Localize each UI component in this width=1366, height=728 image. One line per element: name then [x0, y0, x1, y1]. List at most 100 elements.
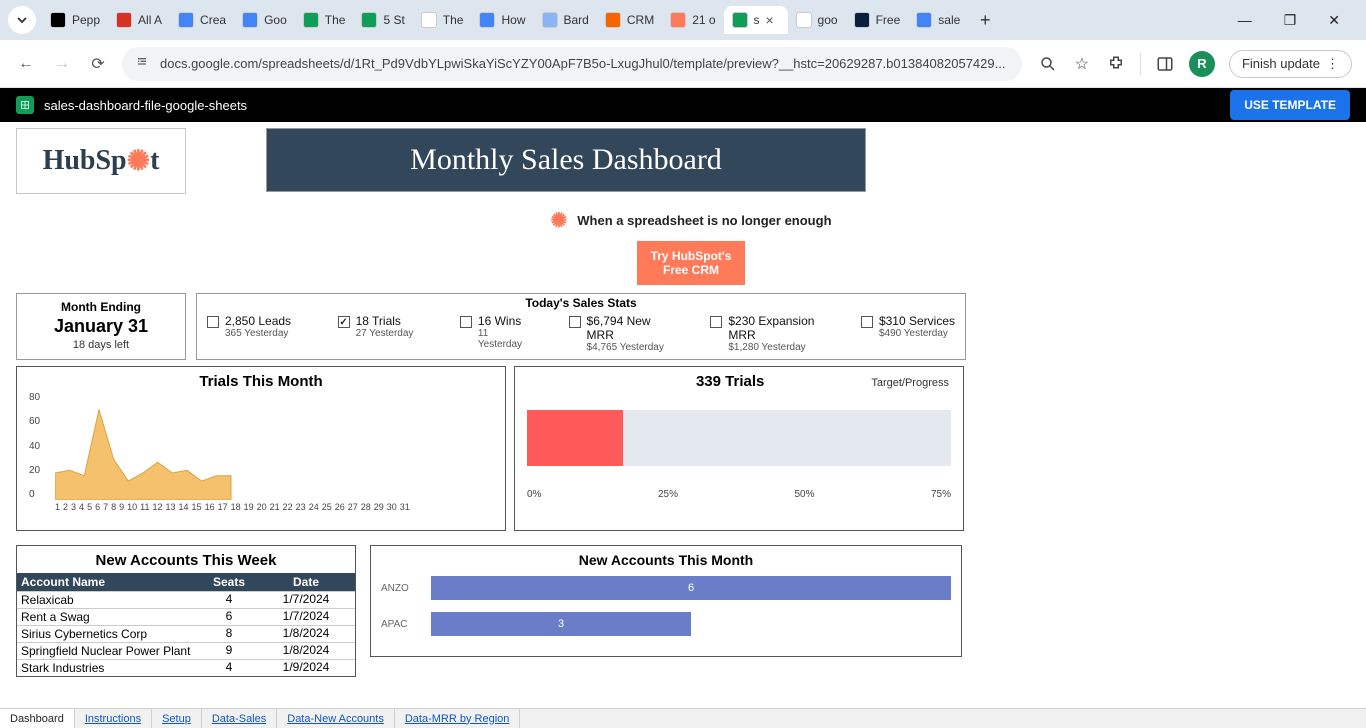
- finish-update-label: Finish update: [1242, 56, 1320, 71]
- dashboard-title-banner: Monthly Sales Dashboard: [266, 128, 866, 192]
- extensions-icon[interactable]: [1106, 54, 1126, 74]
- profile-avatar[interactable]: R: [1189, 51, 1215, 77]
- checkbox-icon[interactable]: [207, 316, 219, 328]
- tab-close-icon[interactable]: ×: [766, 12, 780, 28]
- sheet-tab[interactable]: Dashboard: [0, 709, 75, 728]
- window-controls: — ❐ ✕: [1232, 6, 1358, 35]
- tab-label: Bard: [564, 13, 589, 27]
- tab-label: All A: [138, 13, 162, 27]
- x-tick: 16: [205, 502, 215, 512]
- browser-tab[interactable]: The: [295, 6, 354, 34]
- x-tick: 22: [283, 502, 293, 512]
- stat-line2: $490 Yesterday: [879, 328, 955, 339]
- browser-tab[interactable]: 5 St: [353, 6, 412, 34]
- accounts-table-header: Account Name Seats Date: [17, 573, 355, 591]
- x-tick: 21: [270, 502, 280, 512]
- new-accounts-week-card: New Accounts This Week Account Name Seat…: [16, 545, 356, 677]
- minimize-button[interactable]: —: [1232, 6, 1258, 35]
- stat-line2: 365 Yesterday: [225, 328, 291, 339]
- site-info-icon[interactable]: [134, 54, 150, 73]
- sheet-tab[interactable]: Setup: [152, 709, 202, 728]
- checkbox-icon[interactable]: [569, 316, 581, 328]
- tab-favicon: [732, 12, 748, 28]
- cell: 4: [201, 660, 257, 676]
- forward-button[interactable]: →: [50, 52, 74, 76]
- browser-tab[interactable]: s×: [724, 6, 788, 34]
- stat-item: $6,794 NewMRR$4,765 Yesterday: [569, 314, 664, 353]
- tab-favicon: [421, 12, 437, 28]
- checkbox-icon[interactable]: [460, 316, 472, 328]
- promo-block: ✺ When a spreadsheet is no longer enough…: [16, 208, 1366, 285]
- x-tick: 4: [79, 502, 84, 512]
- progress-tick: 75%: [931, 489, 951, 500]
- x-tick: 3: [71, 502, 76, 512]
- cell: Springfield Nuclear Power Plant: [17, 643, 201, 659]
- sheet-tab[interactable]: Data-MRR by Region: [395, 709, 521, 728]
- stat-item: 16 Wins11Yesterday: [460, 314, 522, 353]
- browser-tab[interactable]: 21 o: [662, 6, 723, 34]
- browser-tab[interactable]: Goo: [234, 6, 295, 34]
- cell: 4: [201, 592, 257, 608]
- stat-line3: Yesterday: [478, 339, 522, 350]
- sprocket-icon: ✺: [550, 208, 567, 233]
- bookmark-star-icon[interactable]: ☆: [1072, 54, 1092, 74]
- hubspot-logo: HubSp✺t: [16, 128, 186, 194]
- x-tick: 10: [127, 502, 137, 512]
- hbar-fill: 6: [431, 576, 951, 600]
- use-template-button[interactable]: USE TEMPLATE: [1230, 90, 1350, 120]
- sheet-tab[interactable]: Data-New Accounts: [277, 709, 395, 728]
- logo-text-a: HubSp: [43, 145, 127, 177]
- browser-tab[interactable]: The: [413, 6, 472, 34]
- sheet-tab[interactable]: Instructions: [75, 709, 152, 728]
- stat-line1: $6,794 New: [587, 314, 664, 328]
- back-button[interactable]: ←: [14, 52, 38, 76]
- try-hubspot-crm-button[interactable]: Try HubSpot's Free CRM: [637, 241, 746, 285]
- sheet-tab[interactable]: Data-Sales: [202, 709, 277, 728]
- browser-tab[interactable]: sale: [908, 6, 968, 34]
- tab-label: s: [754, 13, 760, 27]
- month-ending-date: January 31: [17, 316, 185, 337]
- stat-line1b: MRR: [728, 328, 814, 342]
- tab-favicon: [796, 12, 812, 28]
- maximize-button[interactable]: ❐: [1278, 6, 1303, 35]
- stat-line1: 16 Wins: [478, 314, 522, 328]
- browser-tab[interactable]: How: [471, 6, 533, 34]
- table-row: Relaxicab41/7/2024: [17, 591, 355, 608]
- x-tick: 2: [63, 502, 68, 512]
- cell: 1/9/2024: [257, 660, 355, 676]
- progress-fill: [527, 410, 623, 466]
- browser-tab[interactable]: CRM: [597, 6, 662, 34]
- todays-sales-stats-card: Today's Sales Stats 2,850 Leads365 Yeste…: [196, 293, 966, 360]
- table-row: Springfield Nuclear Power Plant91/8/2024: [17, 642, 355, 659]
- progress-title: 339 Trials: [696, 373, 764, 390]
- zoom-icon[interactable]: [1038, 54, 1058, 74]
- side-panel-icon[interactable]: [1155, 54, 1175, 74]
- new-tab-button[interactable]: +: [972, 7, 998, 33]
- cell: 1/7/2024: [257, 609, 355, 625]
- close-window-button[interactable]: ✕: [1322, 6, 1346, 35]
- checkbox-icon[interactable]: [338, 316, 350, 328]
- tabs-dropdown-button[interactable]: [8, 6, 36, 34]
- tab-label: Goo: [264, 13, 287, 27]
- browser-tab[interactable]: goo: [788, 6, 846, 34]
- finish-update-button[interactable]: Finish update ⋮: [1229, 50, 1352, 78]
- checkbox-icon[interactable]: [861, 316, 873, 328]
- x-tick: 7: [103, 502, 108, 512]
- browser-tab[interactable]: Pepp: [42, 6, 108, 34]
- sprocket-icon: ✺: [127, 144, 150, 178]
- tab-label: sale: [938, 13, 960, 27]
- x-tick: 15: [192, 502, 202, 512]
- browser-tab[interactable]: Bard: [534, 6, 597, 34]
- omnibox[interactable]: docs.google.com/spreadsheets/d/1Rt_Pd9Vd…: [122, 47, 1022, 81]
- checkbox-icon[interactable]: [710, 316, 722, 328]
- browser-tab[interactable]: Free: [846, 6, 909, 34]
- x-tick: 8: [111, 502, 116, 512]
- cell: Sirius Cybernetics Corp: [17, 626, 201, 642]
- browser-tab[interactable]: Crea: [170, 6, 234, 34]
- stat-item: $230 ExpansionMRR$1,280 Yesterday: [710, 314, 814, 353]
- x-tick: 1: [55, 502, 60, 512]
- browser-tab[interactable]: All A: [108, 6, 170, 34]
- reload-button[interactable]: ⟳: [86, 52, 110, 76]
- x-tick: 24: [309, 502, 319, 512]
- x-tick: 11: [140, 502, 149, 512]
